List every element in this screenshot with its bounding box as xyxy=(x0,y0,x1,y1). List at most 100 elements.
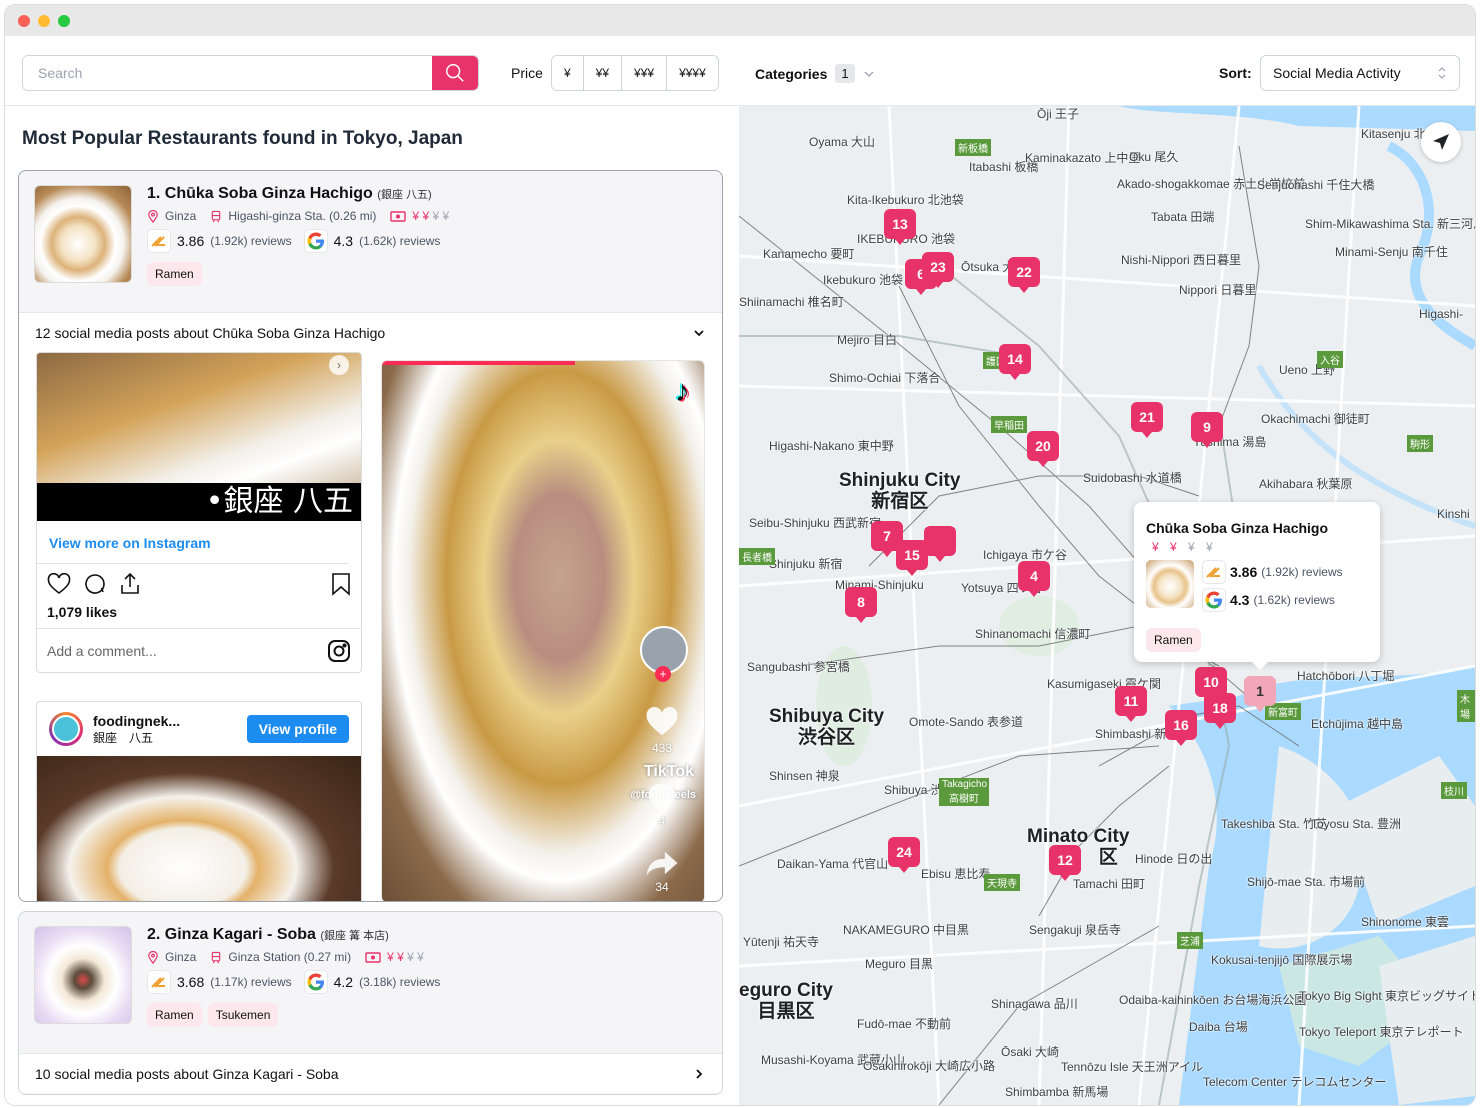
map-pin[interactable]: 14 xyxy=(999,344,1031,380)
location-pin-icon xyxy=(148,209,158,223)
view-profile-button[interactable]: View profile xyxy=(246,715,349,743)
google-rating: 4.2 xyxy=(333,974,354,990)
tiktok-post[interactable]: ♪ + 433 TikTok @food_feels 4 xyxy=(381,360,705,901)
map-pin[interactable]: 23 xyxy=(922,252,954,288)
category-tag[interactable]: Tsukemen xyxy=(207,1003,279,1027)
yen-mark: ¥ xyxy=(1206,540,1217,554)
map-pin[interactable]: 21 xyxy=(1131,402,1163,438)
share-button[interactable]: 34 xyxy=(642,849,682,894)
chevron-down-icon xyxy=(864,71,874,77)
close-window-button[interactable] xyxy=(18,14,30,27)
map-label: Odaiba-kaihinkōen お台場海浜公園 xyxy=(1119,993,1307,1007)
map-pin[interactable]: 12 xyxy=(1049,845,1081,881)
map-label: NAKAMEGURO 中目黒 xyxy=(843,923,970,937)
instagram-username[interactable]: foodingnek... xyxy=(93,713,180,729)
map-label: Kinshi xyxy=(1437,507,1470,521)
map-info-popup[interactable]: Chūka Soba Ginza Hachigo ¥ ¥ ¥ ¥ 3.86 (1… xyxy=(1134,502,1380,670)
category-tag[interactable]: Ramen xyxy=(147,1003,202,1027)
categories-label: Categories xyxy=(755,65,828,82)
map-pin[interactable]: 24 xyxy=(888,837,920,873)
map-label: Kokusai-tenjijō 国際展示場 xyxy=(1211,953,1353,967)
map-pin[interactable]: 4 xyxy=(1018,561,1050,597)
map-pin[interactable] xyxy=(924,526,956,562)
map-view[interactable]: Shinjuku City 新宿区 Shibuya City 渋谷区 Minato … xyxy=(739,106,1475,1105)
price-option-4[interactable]: ¥¥¥¥ xyxy=(667,56,718,90)
tabelog-logo-icon xyxy=(1202,560,1226,584)
map-label: Shim-Mikawashima Sta. 新三河島 xyxy=(1305,217,1475,231)
instagram-logo-icon[interactable] xyxy=(327,639,351,663)
maximize-window-button[interactable] xyxy=(58,14,70,27)
yen-mark: ¥ xyxy=(1188,540,1207,554)
map-label: Ōji 王子 xyxy=(1037,107,1080,121)
social-posts-label: 12 social media posts about Chūka Soba G… xyxy=(35,324,386,341)
categories-dropdown[interactable]: Categories 1 xyxy=(755,64,875,83)
price-option-3[interactable]: ¥¥¥ xyxy=(622,56,668,90)
train-icon xyxy=(212,210,221,222)
map-label: Daiba 台場 xyxy=(1189,1020,1248,1034)
popup-title[interactable]: Chūka Soba Ginza Hachigo xyxy=(1146,520,1368,536)
video-progress-bar[interactable] xyxy=(382,361,576,365)
nearest-station: Higashi-ginza Sta. (0.26 mi) xyxy=(228,209,377,223)
map-label: Hatchōbori 八丁堀 xyxy=(1297,669,1395,683)
instagram-image-caption: •銀座 八五 xyxy=(37,483,361,521)
tabelog-reviews[interactable]: (1.92k) reviews xyxy=(210,234,291,248)
tabelog-rating: 3.86 xyxy=(177,233,205,249)
like-button[interactable]: 433 xyxy=(642,706,682,755)
social-posts-toggle[interactable]: 12 social media posts about Chūka Soba G… xyxy=(19,312,722,352)
social-posts-label: 10 social media posts about Ginza Kagari… xyxy=(35,1065,339,1082)
comment-icon[interactable] xyxy=(83,572,107,596)
map-pin[interactable]: 15 xyxy=(896,540,928,576)
yen-mark: ¥ xyxy=(422,209,433,223)
category-tag[interactable]: Ramen xyxy=(147,262,202,286)
map-label: Omote-Sando 表参道 xyxy=(909,715,1024,729)
up-down-chevron-icon xyxy=(1438,67,1446,79)
comment-button[interactable]: 4 xyxy=(642,781,682,828)
next-image-arrow-icon[interactable]: › xyxy=(329,355,349,375)
minimize-window-button[interactable] xyxy=(38,14,50,27)
sort-select[interactable]: Social Media Activity xyxy=(1260,55,1460,91)
map-pin[interactable]: 16 xyxy=(1165,710,1197,746)
area-label: Ginza xyxy=(165,950,197,964)
google-reviews[interactable]: (1.62k) reviews xyxy=(359,234,440,248)
instagram-post-image[interactable]: › •銀座 八五 xyxy=(37,353,361,521)
map-pin[interactable]: 8 xyxy=(845,587,877,623)
follow-plus-icon[interactable]: + xyxy=(655,666,671,682)
map-label: Tabata 田端 xyxy=(1151,210,1215,224)
popup-google-reviews: (1.62k) reviews xyxy=(1253,593,1335,607)
map-pin[interactable]: 18 xyxy=(1204,693,1236,729)
add-comment-input[interactable]: Add a comment... xyxy=(47,643,157,659)
instagram-post-image[interactable] xyxy=(37,756,361,901)
restaurant-card[interactable]: 2. Ginza Kagari - Soba (銀座 篝 本店) Ginza G… xyxy=(18,911,723,1095)
google-reviews[interactable]: (3.18k) reviews xyxy=(359,975,440,989)
user-avatar[interactable] xyxy=(49,712,83,746)
price-level: ¥ ¥ ¥ ¥ xyxy=(412,209,449,223)
train-icon xyxy=(212,951,221,963)
restaurant-name[interactable]: 1. Chūka Soba Ginza Hachigo (銀座 八五) xyxy=(147,185,449,203)
price-option-1[interactable]: ¥ xyxy=(552,56,584,90)
tabelog-reviews[interactable]: (1.17k) reviews xyxy=(210,975,291,989)
view-more-on-instagram-link[interactable]: View more on Instagram xyxy=(37,521,349,564)
search-input[interactable] xyxy=(23,56,432,90)
title-bar xyxy=(5,5,1475,36)
map-pin-selected[interactable]: 1 xyxy=(1244,676,1276,712)
station-badge: Takagicho 高樹町 xyxy=(939,778,989,806)
bookmark-icon[interactable] xyxy=(331,572,351,596)
yen-mark: ¥ xyxy=(417,950,424,964)
heart-icon[interactable] xyxy=(47,573,71,595)
search-button[interactable] xyxy=(432,56,478,90)
social-posts-toggle[interactable]: 10 social media posts about Ginza Kagari… xyxy=(19,1053,722,1093)
map-pin[interactable]: 13 xyxy=(884,209,916,245)
price-option-2[interactable]: ¥¥ xyxy=(583,56,623,90)
restaurant-card[interactable]: 1. Chūka Soba Ginza Hachigo (銀座 八五) Ginz… xyxy=(18,170,723,902)
map-label: Sengakuji 泉岳寺 xyxy=(1029,923,1122,937)
map-pin[interactable]: 9 xyxy=(1191,412,1223,448)
popup-category-tag[interactable]: Ramen xyxy=(1146,628,1201,652)
popup-tabelog-reviews: (1.92k) reviews xyxy=(1261,565,1343,579)
map-pin[interactable]: 11 xyxy=(1115,686,1147,722)
location-pin-icon xyxy=(148,950,158,964)
restaurant-name[interactable]: 2. Ginza Kagari - Soba (銀座 篝 本店) xyxy=(147,926,440,944)
map-pin[interactable]: 20 xyxy=(1027,431,1059,467)
map-pin[interactable]: 22 xyxy=(1008,257,1040,293)
my-location-button[interactable] xyxy=(1421,122,1461,162)
share-icon[interactable] xyxy=(119,572,141,596)
